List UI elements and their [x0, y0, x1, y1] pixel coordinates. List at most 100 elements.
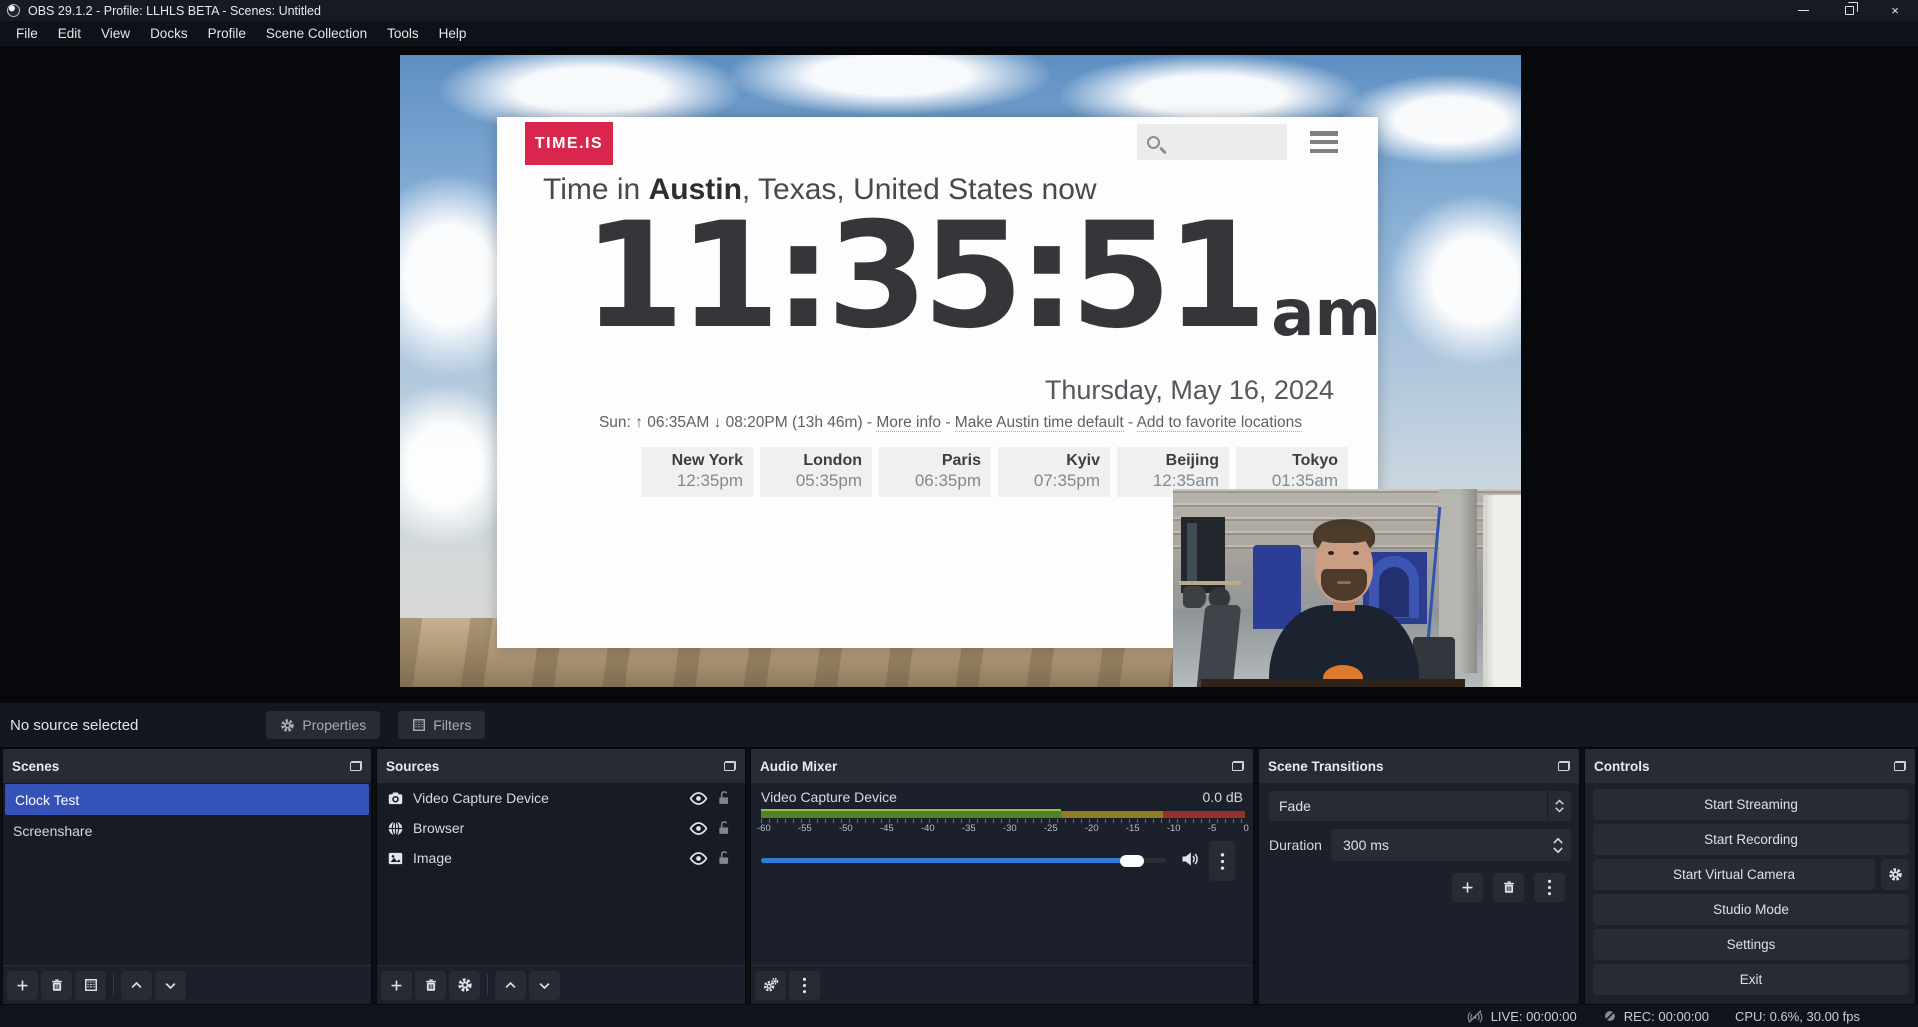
city-box-london[interactable]: London 05:35pm [760, 447, 872, 497]
transition-properties-button[interactable] [1534, 873, 1565, 902]
popout-icon[interactable] [1894, 761, 1906, 771]
spinner-arrows-icon[interactable] [1549, 837, 1571, 854]
source-item-browser[interactable]: Browser [377, 813, 745, 843]
close-button[interactable]: × [1872, 0, 1918, 21]
menu-profile[interactable]: Profile [198, 21, 256, 46]
add-favorite-link[interactable]: Add to favorite locations [1137, 414, 1302, 432]
menu-docks[interactable]: Docks [140, 21, 198, 46]
settings-button[interactable]: Settings [1593, 929, 1909, 960]
virtual-camera-settings-button[interactable] [1881, 859, 1909, 890]
menu-edit[interactable]: Edit [48, 21, 91, 46]
city-box-kyiv[interactable]: Kyiv 07:35pm [998, 447, 1110, 497]
duration-label: Duration [1269, 837, 1322, 853]
audio-mixer-toolbar [751, 965, 1253, 1004]
remove-source-button[interactable] [415, 971, 446, 1000]
advanced-audio-icon[interactable] [755, 971, 786, 1000]
exit-button[interactable]: Exit [1593, 964, 1909, 995]
studio-mode-button[interactable]: Studio Mode [1593, 894, 1909, 925]
visibility-eye-icon[interactable] [689, 821, 708, 836]
volume-slider-handle[interactable] [1120, 855, 1144, 867]
mixer-channel-row: Video Capture Device 0.0 dB [761, 789, 1243, 805]
scene-item-screenshare[interactable]: Screenshare [3, 815, 371, 846]
transition-select[interactable]: Fade [1269, 791, 1571, 821]
popout-icon[interactable] [1232, 761, 1244, 771]
lock-open-icon[interactable] [717, 790, 731, 806]
mixer-channel-name: Video Capture Device [761, 789, 897, 805]
cpu-status: CPU: 0.6%, 30.00 fps [1735, 1009, 1860, 1024]
obs-window: OBS 29.1.2 - Profile: LLHLS BETA - Scene… [0, 0, 1918, 1027]
start-recording-button[interactable]: Start Recording [1593, 824, 1909, 855]
source-toolbar: No source selected Properties Filters [0, 703, 1918, 748]
audio-mixer-title: Audio Mixer [751, 749, 1253, 783]
clock-ampm: am [1271, 281, 1381, 349]
titlebar: OBS 29.1.2 - Profile: LLHLS BETA - Scene… [0, 0, 1918, 21]
visibility-eye-icon[interactable] [689, 851, 708, 866]
transition-buttons [1452, 873, 1565, 902]
minimize-button[interactable] [1780, 0, 1826, 21]
minimize-icon [1798, 10, 1809, 12]
scenes-panel: Scenes Clock Test Screenshare [2, 748, 372, 1005]
hamburger-menu-icon[interactable] [1310, 131, 1338, 153]
properties-button[interactable]: Properties [266, 711, 380, 739]
audio-mixer-panel: Audio Mixer Video Capture Device 0.0 dB … [750, 748, 1254, 1005]
city-box-paris[interactable]: Paris 06:35pm [879, 447, 991, 497]
lock-open-icon[interactable] [717, 850, 731, 866]
scene-filters-button[interactable] [75, 971, 106, 1000]
remove-scene-button[interactable] [41, 971, 72, 1000]
mixer-menu-button[interactable] [1209, 841, 1235, 881]
timeis-logo[interactable]: TIME.IS [525, 122, 613, 165]
make-default-link[interactable]: Make Austin time default [955, 414, 1124, 432]
mixer-more-button[interactable] [789, 971, 820, 1000]
popout-icon[interactable] [350, 761, 362, 771]
menu-tools[interactable]: Tools [377, 21, 429, 46]
remove-transition-button[interactable] [1493, 873, 1524, 902]
menu-view[interactable]: View [91, 21, 140, 46]
volume-slider[interactable] [761, 858, 1166, 863]
source-item-image[interactable]: Image [377, 843, 745, 873]
meter-scale: -60-55-50-45-40-35-30-25-20-15-10-50 [757, 823, 1249, 834]
lock-open-icon[interactable] [717, 820, 731, 836]
mixer-channel-level: 0.0 dB [1203, 789, 1243, 805]
restore-icon [1845, 6, 1854, 15]
webcam-table [1179, 581, 1241, 585]
date-line: Thursday, May 16, 2024 [1045, 375, 1334, 406]
move-scene-down-button[interactable] [155, 971, 186, 1000]
image-icon [387, 850, 404, 867]
visibility-eye-icon[interactable] [689, 791, 708, 806]
broadcast-disabled-icon [1466, 1009, 1484, 1024]
add-source-button[interactable] [381, 971, 412, 1000]
camera-icon [387, 790, 404, 807]
add-transition-button[interactable] [1452, 873, 1483, 902]
filters-button[interactable]: Filters [398, 711, 485, 739]
start-virtual-camera-button[interactable]: Start Virtual Camera [1593, 859, 1875, 890]
duration-input[interactable]: 300 ms [1331, 829, 1571, 861]
menu-help[interactable]: Help [429, 21, 477, 46]
chevron-up-down-icon [1547, 791, 1571, 821]
move-source-up-button[interactable] [495, 971, 526, 1000]
more-info-link[interactable]: More info [876, 414, 941, 432]
popout-icon[interactable] [724, 761, 736, 771]
cloud [1390, 195, 1521, 365]
city-box-newyork[interactable]: New York 12:35pm [641, 447, 753, 497]
cloud [730, 55, 1050, 115]
scene-item-clock-test[interactable]: Clock Test [5, 784, 369, 815]
preview-canvas[interactable]: TIME.IS Time in Austin, Texas, United St… [400, 55, 1521, 687]
search-input[interactable] [1137, 124, 1287, 160]
add-scene-button[interactable] [7, 971, 38, 1000]
gear-icon [280, 718, 295, 733]
move-source-down-button[interactable] [529, 971, 560, 1000]
speaker-icon[interactable] [1179, 849, 1201, 869]
source-properties-button[interactable] [449, 971, 480, 1000]
menu-file[interactable]: File [6, 21, 48, 46]
move-scene-up-button[interactable] [121, 971, 152, 1000]
start-streaming-button[interactable]: Start Streaming [1593, 789, 1909, 820]
obs-logo-icon [7, 4, 20, 17]
source-item-video-capture[interactable]: Video Capture Device [377, 783, 745, 813]
sources-panel: Sources Video Capture Device Browser Ima… [376, 748, 746, 1005]
no-source-selected-label: No source selected [10, 717, 138, 734]
window-title: OBS 29.1.2 - Profile: LLHLS BETA - Scene… [28, 4, 321, 18]
popout-icon[interactable] [1558, 761, 1570, 771]
volume-meter [761, 809, 1245, 818]
restore-button[interactable] [1826, 0, 1872, 21]
menu-scene-collection[interactable]: Scene Collection [256, 21, 377, 46]
